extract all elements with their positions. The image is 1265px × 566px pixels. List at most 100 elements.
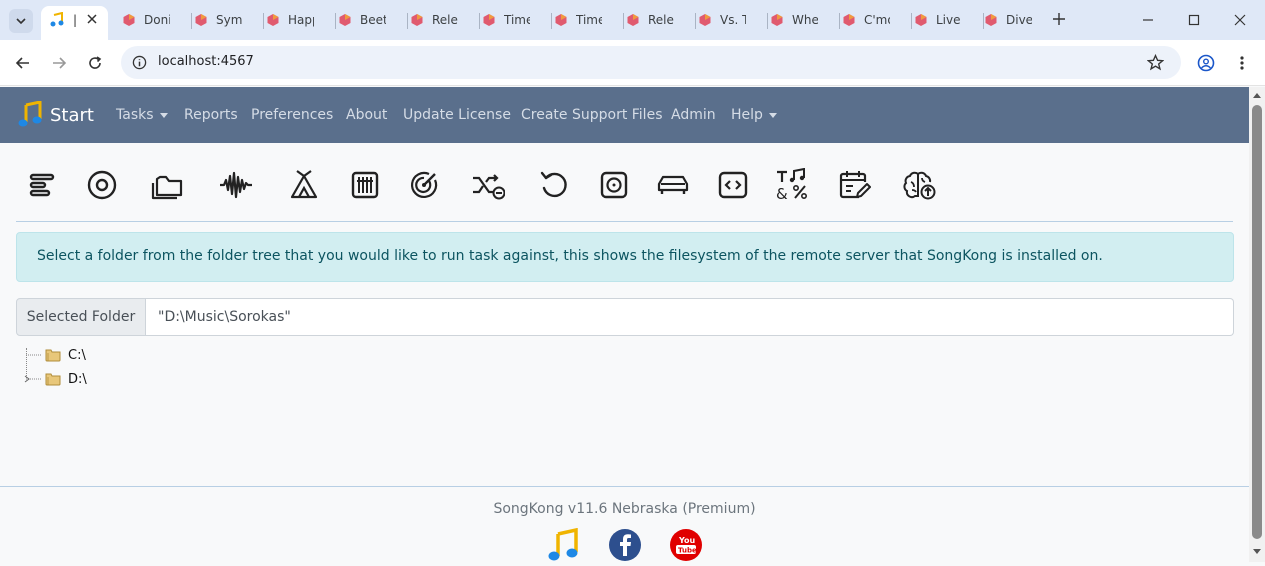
url-text: localhost:4567 xyxy=(158,54,254,69)
tree-expander-icon[interactable] xyxy=(24,371,44,387)
hexagon-favicon-icon xyxy=(411,14,423,26)
svg-text:You: You xyxy=(678,536,696,545)
maximize-button[interactable] xyxy=(1182,8,1206,32)
tab-13[interactable]: Dive xyxy=(984,6,1044,34)
back-button[interactable] xyxy=(11,51,35,75)
calendar-edit-task-button[interactable] xyxy=(835,166,873,204)
tab-2[interactable]: Symp xyxy=(194,6,264,34)
tab-7[interactable]: Time xyxy=(554,6,624,34)
tab-6[interactable]: Time xyxy=(482,6,552,34)
tab-search-button[interactable] xyxy=(9,9,33,33)
hexagon-favicon-icon xyxy=(483,14,495,26)
hexagon-favicon-icon xyxy=(915,14,927,26)
reload-icon xyxy=(89,56,102,69)
list-icon xyxy=(29,173,55,197)
hexagon-favicon-icon xyxy=(985,14,997,26)
waveform-task-button[interactable] xyxy=(217,166,255,204)
profile-icon xyxy=(1197,54,1215,72)
selected-folder-group: Selected Folder xyxy=(16,298,1234,336)
radar-task-button[interactable] xyxy=(405,166,443,204)
close-tab-icon[interactable] xyxy=(87,14,97,24)
grid-icon xyxy=(351,171,379,199)
bookmark-star-icon[interactable] xyxy=(1147,54,1164,71)
songkong-favicon-icon xyxy=(50,12,64,27)
brand-start-link[interactable]: Start xyxy=(18,101,94,129)
folders-icon xyxy=(151,175,183,200)
calendar-edit-icon xyxy=(839,171,871,199)
tree-expander-icon[interactable] xyxy=(24,347,44,363)
nav-about[interactable]: About xyxy=(346,107,387,123)
tree-node-c-drive[interactable]: C:\ xyxy=(24,347,86,363)
svg-text:&: & xyxy=(776,185,788,202)
profile-button[interactable] xyxy=(1194,51,1218,75)
car-icon xyxy=(657,175,689,194)
tree-node-d-drive[interactable]: D:\ xyxy=(24,371,87,387)
close-window-button[interactable] xyxy=(1228,8,1252,32)
shuffle-task-button[interactable] xyxy=(469,166,507,204)
svg-text:Tube: Tube xyxy=(678,547,697,555)
disc-task-button[interactable] xyxy=(83,166,121,204)
forward-button[interactable] xyxy=(47,51,71,75)
facebook-link[interactable] xyxy=(608,528,642,562)
active-tab[interactable]: | xyxy=(41,6,108,40)
undo-task-button[interactable] xyxy=(535,166,573,204)
nav-help-dropdown[interactable]: Help xyxy=(731,107,777,123)
songkong-logo-icon xyxy=(18,101,42,127)
tab-8[interactable]: Relea xyxy=(626,6,696,34)
tab-4[interactable]: Beet xyxy=(338,6,408,34)
hexagon-favicon-icon xyxy=(339,14,351,26)
nav-create-support-files[interactable]: Create Support Files xyxy=(521,107,662,123)
nav-update-license[interactable]: Update License xyxy=(403,107,511,123)
hexagon-favicon-icon xyxy=(267,14,279,26)
music-text-task-button[interactable]: & xyxy=(773,166,811,204)
reload-button[interactable] xyxy=(83,51,107,75)
tab-10[interactable]: Whe xyxy=(770,6,840,34)
arrow-left-icon xyxy=(15,57,29,69)
songkong-home-link[interactable] xyxy=(547,527,581,562)
youtube-icon: You Tube xyxy=(670,529,702,561)
caret-down-icon xyxy=(768,112,777,118)
toolbar-divider xyxy=(16,221,1233,222)
nav-tasks-dropdown[interactable]: Tasks xyxy=(116,107,168,123)
hexagon-favicon-icon xyxy=(699,14,711,26)
task-list-button[interactable] xyxy=(23,166,61,204)
folder-icon xyxy=(45,373,61,386)
footer-divider xyxy=(0,486,1249,487)
scrollbar-thumb[interactable] xyxy=(1252,105,1262,539)
nav-preferences[interactable]: Preferences xyxy=(251,107,333,123)
folder-icon xyxy=(45,349,61,362)
scroll-down-icon[interactable] xyxy=(1253,549,1261,554)
tent-task-button[interactable] xyxy=(285,166,323,204)
facebook-icon xyxy=(609,529,641,561)
page-scrollbar[interactable] xyxy=(1249,87,1265,562)
browser-tab-bar: | Doni Symp Happ Beet Relea Time Time Re… xyxy=(0,0,1265,40)
tree-node-label: C:\ xyxy=(68,347,86,363)
hexagon-favicon-icon xyxy=(555,14,567,26)
car-task-button[interactable] xyxy=(654,166,692,204)
tab-5[interactable]: Relea xyxy=(410,6,480,34)
grid-task-button[interactable] xyxy=(346,166,384,204)
brain-upload-icon xyxy=(903,171,936,200)
folders-task-button[interactable] xyxy=(149,166,187,204)
nav-admin[interactable]: Admin xyxy=(671,107,716,123)
code-task-button[interactable] xyxy=(714,166,752,204)
selected-folder-input[interactable] xyxy=(146,298,1234,336)
scroll-up-icon[interactable] xyxy=(1253,93,1261,98)
new-tab-button[interactable] xyxy=(1050,10,1068,28)
tab-9[interactable]: Vs. T xyxy=(698,6,768,34)
minimize-button[interactable] xyxy=(1136,8,1160,32)
info-icon[interactable] xyxy=(132,55,147,70)
browser-menu-button[interactable] xyxy=(1230,51,1254,75)
brain-upload-task-button[interactable] xyxy=(900,166,938,204)
youtube-link[interactable]: You Tube xyxy=(669,528,703,562)
hexagon-favicon-icon xyxy=(123,14,135,26)
tab-12[interactable]: Live xyxy=(914,6,984,34)
hexagon-favicon-icon xyxy=(195,14,207,26)
url-input[interactable]: localhost:4567 xyxy=(121,46,1181,79)
radar-icon xyxy=(411,171,438,198)
nav-reports[interactable]: Reports xyxy=(184,107,238,123)
tab-11[interactable]: C'mo xyxy=(842,6,912,34)
tab-1[interactable]: Doni xyxy=(122,6,192,34)
tab-3[interactable]: Happ xyxy=(266,6,336,34)
vinyl-task-button[interactable] xyxy=(595,166,633,204)
